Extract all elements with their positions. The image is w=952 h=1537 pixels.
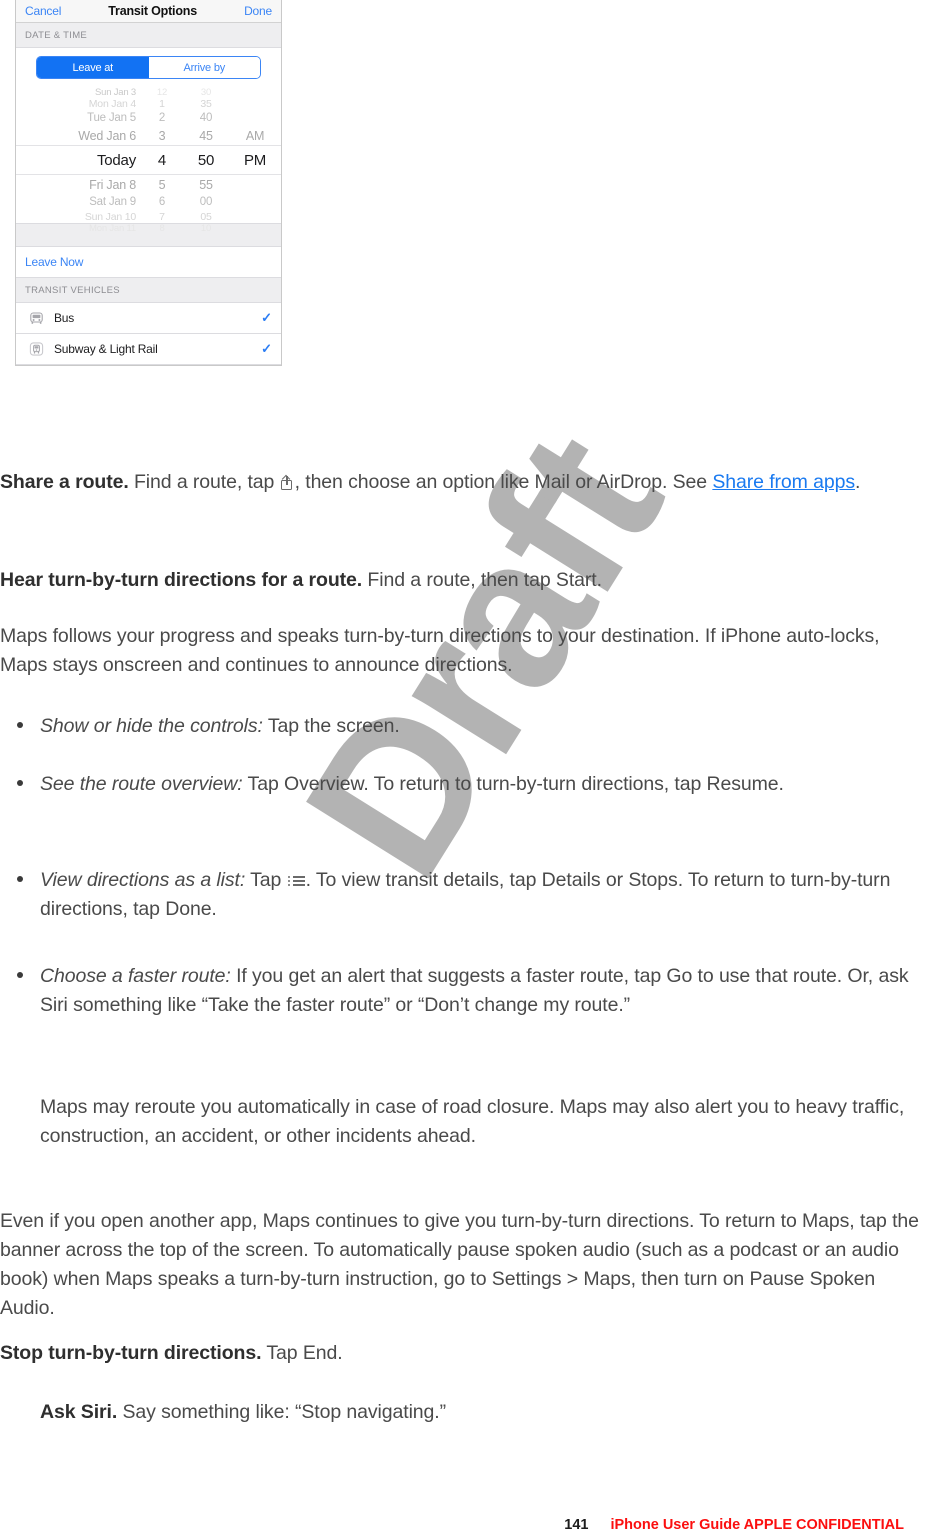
list-item: Choose a faster route: If you get an ale…	[17, 962, 940, 1020]
picker-hour: 3	[158, 128, 166, 143]
picker-hour: 7	[159, 210, 165, 223]
paragraph-reroute-note: Maps may reroute you automatically in ca…	[40, 1096, 905, 1147]
transit-row-subway[interactable]: Subway & Light Rail ✓	[16, 334, 281, 365]
picker-row[interactable]: Sun Jan 10 7 05	[16, 210, 281, 223]
transit-vehicles-section-header: TRANSIT VEHICLES	[16, 278, 281, 303]
bullet-dot-icon	[17, 780, 23, 786]
picker-hour: 12	[156, 86, 168, 98]
checkmark-icon: ✓	[261, 341, 272, 356]
hear-directions-lead: Hear turn-by-turn directions for a route…	[0, 569, 363, 591]
transit-row-bus[interactable]: Bus ✓	[16, 303, 281, 334]
checkmark-icon: ✓	[261, 310, 272, 325]
picker-minute: 50	[197, 151, 215, 169]
list-item: View directions as a list: Tap . To view…	[17, 866, 910, 924]
picker-day: Sun Jan 3	[95, 86, 136, 98]
picker-hour: 2	[158, 112, 166, 124]
bullet-italic-lead: View directions as a list:	[40, 869, 246, 891]
list-view-icon	[287, 874, 305, 888]
hear-directions-text: Find a route, then tap Start.	[362, 569, 602, 591]
segment-arrive-by[interactable]: Arrive by	[148, 57, 260, 78]
share-route-lead: Share a route.	[0, 471, 129, 493]
picker-day: Mon Jan 11	[89, 222, 136, 234]
picker-row[interactable]: Sun Jan 3 12 30	[16, 86, 281, 98]
bullet-text-a: Tap	[245, 869, 287, 891]
picker-minute: 55	[199, 177, 213, 192]
paragraph-ask-siri: Ask Siri. Say something like: “Stop navi…	[40, 1398, 952, 1427]
transit-row-label: Subway & Light Rail	[54, 342, 158, 356]
bullet-dot-icon	[17, 972, 23, 978]
picker-minute: 10	[200, 222, 212, 234]
segment-leave-at[interactable]: Leave at	[37, 57, 149, 78]
page-footer: 141 iPhone User Guide APPLE CONFIDENTIAL	[0, 1512, 952, 1537]
ios-navbar: Cancel Transit Options Done	[16, 0, 281, 23]
bullet-text: Tap the screen.	[262, 715, 400, 737]
picker-day: Tue Jan 5	[87, 112, 136, 124]
picker-ampm: PM	[243, 151, 267, 169]
bullet-italic-lead: See the route overview:	[40, 773, 243, 795]
paragraph-stop-directions: Stop turn-by-turn directions. Tap End.	[0, 1339, 952, 1368]
date-time-section-header: DATE & TIME	[16, 23, 281, 48]
list-item: Show or hide the controls: Tap the scree…	[17, 712, 930, 741]
done-button[interactable]: Done	[244, 4, 272, 18]
bullet-dot-icon	[17, 722, 23, 728]
picker-row[interactable]: Fri Jan 8 5 55	[16, 175, 281, 194]
picker-minute: 45	[199, 128, 213, 143]
navbar-title: Transit Options	[108, 3, 197, 18]
paragraph-another-app: Even if you open another app, Maps conti…	[0, 1210, 919, 1319]
picker-row[interactable]: Tue Jan 5 2 40	[16, 110, 281, 126]
bullet-italic-lead: Choose a faster route:	[40, 965, 231, 987]
picker-day: Mon Jan 4	[88, 97, 136, 110]
share-from-apps-link[interactable]: Share from apps	[712, 471, 855, 493]
picker-day: Sun Jan 10	[84, 210, 136, 223]
confidential-notice: iPhone User Guide APPLE CONFIDENTIAL	[610, 1516, 904, 1533]
picker-hour: 6	[158, 196, 166, 208]
train-icon	[25, 342, 47, 356]
picker-row[interactable]: Mon Jan 11 8 10	[16, 222, 281, 234]
leave-now-button[interactable]: Leave Now	[16, 247, 281, 278]
leave-now-label: Leave Now	[25, 255, 84, 269]
transit-row-label: Bus	[54, 311, 75, 325]
picker-minute: 35	[200, 97, 212, 110]
picker-day: Wed Jan 6	[78, 128, 136, 143]
picker-minute: 05	[200, 210, 212, 223]
paragraph-share-a-route: Share a route. Find a route, tap , then …	[0, 468, 952, 497]
picker-minute: 40	[199, 112, 213, 124]
picker-day: Fri Jan 8	[89, 177, 136, 192]
picker-hour: 4	[157, 151, 167, 169]
segmented-control-wrapper: Leave at Arrive by	[16, 48, 281, 85]
paragraph-maps-follows: Maps follows your progress and speaks tu…	[0, 625, 880, 676]
transit-options-screenshot: Cancel Transit Options Done DATE & TIME …	[15, 0, 282, 366]
picker-minute: 00	[199, 196, 213, 208]
share-route-text-a: Find a route, tap	[128, 471, 280, 493]
picker-row[interactable]: Wed Jan 6 3 45 AM	[16, 126, 281, 145]
stop-directions-lead: Stop turn-by-turn directions.	[0, 1342, 262, 1364]
picker-hour: 1	[159, 97, 165, 110]
cancel-button[interactable]: Cancel	[25, 4, 61, 18]
date-time-picker[interactable]: Sun Jan 3 12 30 Mon Jan 4 1 35 Tue Jan 5…	[16, 85, 281, 234]
bullet-dot-icon	[17, 876, 23, 882]
stop-directions-text: Tap End.	[261, 1342, 343, 1364]
share-route-period: .	[855, 471, 861, 493]
share-route-text-b: , then choose an option like Mail or Air…	[294, 471, 713, 493]
list-item: See the route overview: Tap Overview. To…	[17, 770, 900, 799]
picker-ampm: AM	[245, 128, 265, 143]
bullet-text: Tap Overview. To return to turn-by-turn …	[242, 773, 784, 795]
picker-day: Today	[96, 151, 136, 169]
picker-row[interactable]: Mon Jan 4 1 35	[16, 97, 281, 110]
picker-minute: 30	[200, 86, 212, 98]
share-icon	[280, 474, 294, 491]
picker-day: Sat Jan 9	[89, 196, 136, 208]
picker-hour: 5	[158, 177, 166, 192]
picker-row[interactable]: Sat Jan 9 6 00	[16, 194, 281, 210]
paragraph-hear-directions: Hear turn-by-turn directions for a route…	[0, 566, 952, 595]
bus-icon	[25, 311, 47, 325]
ask-siri-lead: Ask Siri.	[40, 1401, 118, 1423]
bullet-italic-lead: Show or hide the controls:	[40, 715, 263, 737]
leave-arrive-segmented-control[interactable]: Leave at Arrive by	[36, 56, 261, 79]
page-number: 141	[564, 1516, 589, 1533]
picker-hour: 8	[159, 222, 165, 234]
picker-row-selected[interactable]: Today 4 50 PM	[16, 145, 281, 175]
ask-siri-text: Say something like: “Stop navigating.”	[117, 1401, 446, 1423]
